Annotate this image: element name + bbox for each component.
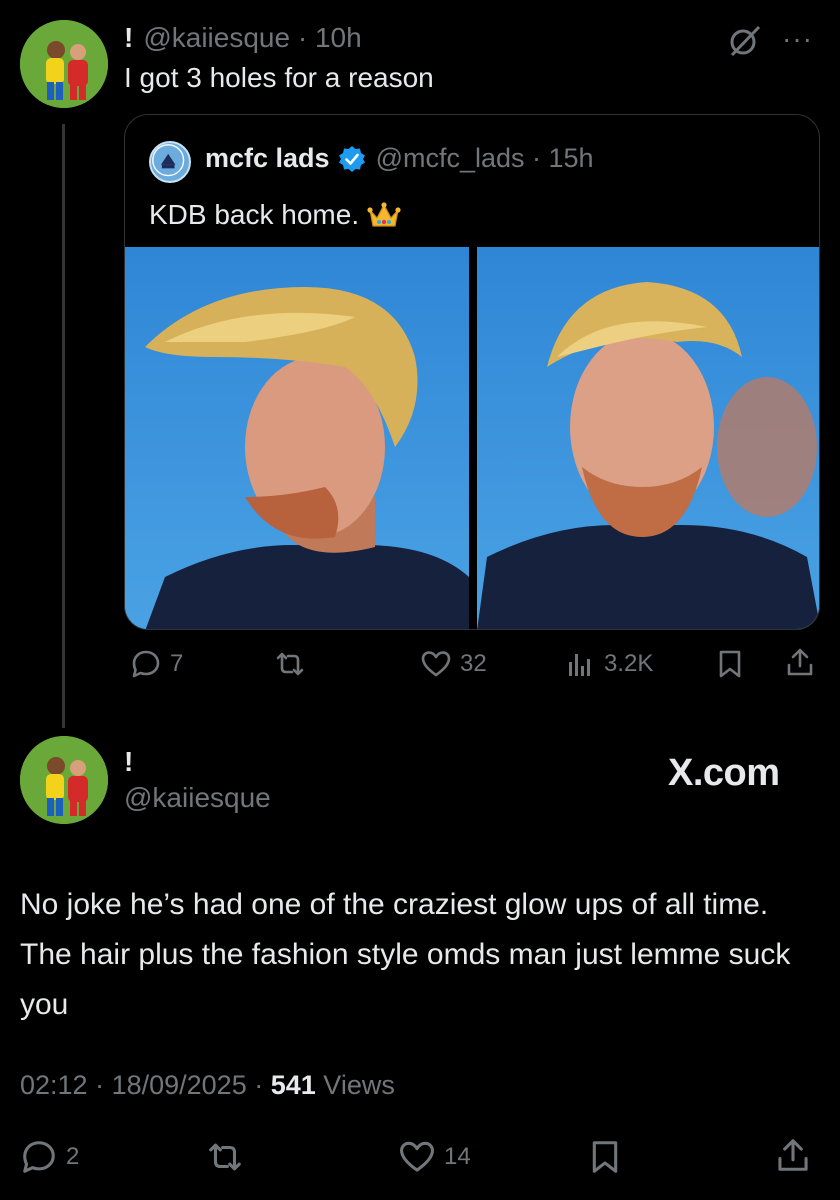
timestamp[interactable]: 10h: [315, 22, 362, 53]
quote-display-name[interactable]: mcfc lads: [205, 143, 330, 174]
views-count: 3.2K: [604, 650, 654, 677]
reply-icon: [23, 1141, 55, 1173]
like-count: 14: [444, 1143, 471, 1170]
tweet-action-bar: 7 32 3.2K: [124, 646, 824, 686]
separator: ·: [246, 1070, 271, 1100]
like-button[interactable]: 32: [420, 648, 487, 680]
heart-icon: [400, 1141, 434, 1172]
reply-button[interactable]: 7: [130, 648, 183, 680]
reply-count: 2: [66, 1143, 80, 1170]
x-com-watermark: X.com: [668, 752, 780, 794]
crown-emoji-icon: [367, 202, 401, 227]
quote-text-row: KDB back home.: [149, 199, 401, 231]
like-button[interactable]: 14: [398, 1138, 471, 1176]
repost-button[interactable]: [274, 648, 314, 680]
reply-button[interactable]: 2: [20, 1138, 79, 1176]
bookmark-icon: [719, 650, 741, 678]
bookmark-button[interactable]: [586, 1138, 624, 1176]
tweet-text: No joke he’s had one of the craziest glo…: [20, 888, 791, 1021]
quoted-tweet[interactable]: mcfc lads @mcfc_lads · 15h KDB back home…: [124, 114, 820, 630]
separator: ·: [524, 143, 549, 173]
verified-badge-icon: [338, 145, 365, 172]
reply-count: 7: [170, 650, 184, 677]
heart-icon: [421, 651, 451, 677]
repost-icon: [276, 652, 304, 676]
bookmark-button[interactable]: [714, 648, 746, 680]
share-icon: [778, 1139, 808, 1171]
thread-line: [62, 124, 65, 728]
tweet-time[interactable]: 02:12: [20, 1070, 88, 1100]
views-label: Views: [323, 1070, 395, 1100]
quote-image-profile[interactable]: [125, 247, 469, 629]
views-chart-icon: [569, 654, 590, 676]
quote-header: mcfc lads @mcfc_lads · 15h: [205, 143, 594, 174]
bookmark-icon: [592, 1141, 618, 1173]
handle[interactable]: @kaiiesque: [124, 782, 271, 814]
handle[interactable]: @kaiiesque: [143, 22, 290, 53]
avatar[interactable]: [20, 20, 108, 108]
display-name[interactable]: !: [124, 746, 133, 778]
tweet-action-bar: 2 14: [0, 1136, 840, 1180]
separator: ·: [290, 22, 315, 53]
avatar[interactable]: [20, 736, 108, 824]
share-button[interactable]: [784, 646, 816, 678]
quote-avatar[interactable]: [149, 141, 191, 183]
separator: ·: [87, 1070, 112, 1100]
grok-icon[interactable]: [728, 24, 762, 58]
tweet-date[interactable]: 18/09/2025: [112, 1070, 247, 1100]
quote-timestamp[interactable]: 15h: [549, 143, 594, 174]
views-count: 541: [270, 1070, 316, 1100]
tweet-text: I got 3 holes for a reason: [124, 62, 434, 93]
share-icon: [787, 648, 813, 676]
repost-button[interactable]: [206, 1138, 252, 1176]
tweet-meta: 02:12 · 18/09/2025 · 541 Views: [20, 1070, 395, 1101]
repost-icon: [209, 1143, 241, 1171]
reply-icon: [132, 650, 160, 678]
share-button[interactable]: [774, 1136, 812, 1174]
views-button[interactable]: 3.2K: [564, 648, 653, 680]
more-icon[interactable]: ···: [782, 24, 822, 58]
like-count: 32: [460, 650, 487, 677]
quote-handle[interactable]: @mcfc_lads: [376, 143, 525, 174]
quote-image-front[interactable]: [477, 247, 819, 629]
quote-text: KDB back home.: [149, 199, 360, 230]
display-name[interactable]: !: [124, 22, 133, 53]
tweet-header: ! @kaiiesque · 10h: [124, 22, 362, 54]
